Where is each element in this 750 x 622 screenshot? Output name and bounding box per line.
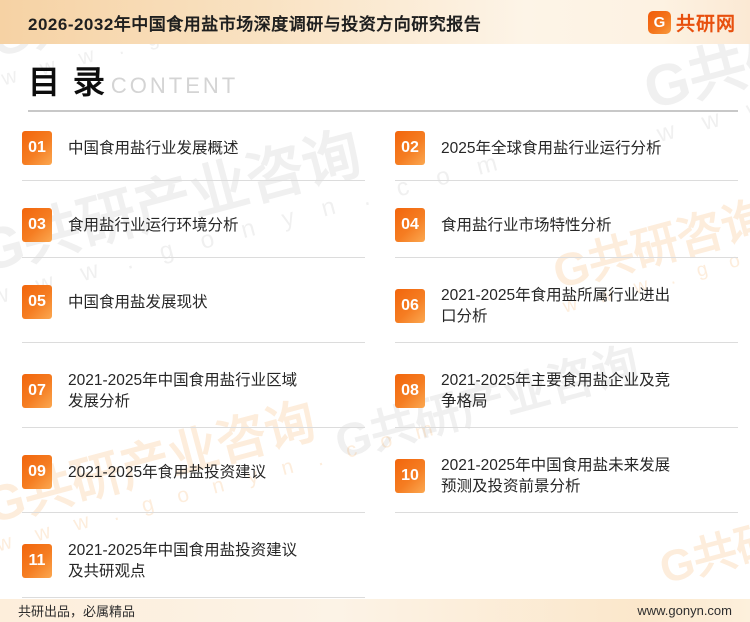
footer-slogan: 共研出品，必属精品 (18, 604, 136, 619)
brand-logo[interactable]: G 共研网 (647, 9, 736, 36)
item-number-badge: 02 (395, 131, 425, 165)
item-title: 食用盐行业运行环境分析 (68, 216, 239, 234)
toc-item-05: 05 中国食用盐发展现状 (22, 285, 365, 343)
item-number-badge: 11 (22, 544, 52, 578)
item-number-badge: 01 (22, 131, 52, 165)
item-number-badge: 06 (395, 289, 425, 323)
toc-title: 目 录 (28, 64, 107, 100)
footer-url[interactable]: www.gonyn.com (637, 603, 732, 618)
toc-item-07: 07 2021-2025年中国食用盐行业区域 发展分析 (22, 370, 365, 428)
item-title: 2025年全球食用盐行业运行分析 (441, 139, 662, 157)
item-number-badge: 08 (395, 374, 425, 408)
toc-item-02: 02 2025年全球食用盐行业运行分析 (395, 131, 738, 181)
item-title: 2021-2025年食用盐所属行业进出 口分析 (441, 287, 671, 325)
toc-item-03: 03 食用盐行业运行环境分析 (22, 208, 365, 258)
item-title: 中国食用盐发展现状 (68, 293, 208, 311)
brand-logo-text: 共研网 (675, 13, 736, 35)
item-number-badge: 07 (22, 374, 52, 408)
toc-item-06: 06 2021-2025年食用盐所属行业进出 口分析 (395, 285, 738, 343)
item-title: 2021-2025年食用盐投资建议 (68, 463, 267, 481)
toc-content: 目 录 CONTENT 01 中国食用盐行业发展概述 02 2025年全球食用盐… (0, 44, 750, 599)
toc-cell-empty (395, 540, 738, 598)
item-title: 食用盐行业市场特性分析 (441, 216, 612, 234)
item-number-badge: 03 (22, 208, 52, 242)
brand-logo-icon: G (647, 10, 671, 34)
item-number-badge: 10 (395, 459, 425, 493)
item-number-badge: 09 (22, 455, 52, 489)
toc-item-10: 10 2021-2025年中国食用盐未来发展 预测及投资前景分析 (395, 455, 738, 513)
item-title: 2021-2025年中国食用盐未来发展 预测及投资前景分析 (441, 457, 671, 495)
header-bar: 2026-2032年中国食用盐市场深度调研与投资方向研究报告 G 共研网 (0, 0, 750, 44)
item-number-badge: 04 (395, 208, 425, 242)
toc-item-08: 08 2021-2025年主要食用盐企业及竞 争格局 (395, 370, 738, 428)
toc-subtitle: CONTENT (110, 73, 239, 98)
item-title: 2021-2025年主要食用盐企业及竞 争格局 (441, 372, 671, 410)
item-title: 2021-2025年中国食用盐投资建议 及共研观点 (68, 542, 298, 580)
toc-item-04: 04 食用盐行业市场特性分析 (395, 208, 738, 258)
item-number-badge: 05 (22, 285, 52, 319)
toc-grid: 01 中国食用盐行业发展概述 02 2025年全球食用盐行业运行分析 03 食用… (22, 131, 738, 598)
toc-item-11: 11 2021-2025年中国食用盐投资建议 及共研观点 (22, 540, 365, 598)
report-title: 2026-2032年中国食用盐市场深度调研与投资方向研究报告 (28, 14, 482, 34)
item-title: 2021-2025年中国食用盐行业区域 发展分析 (68, 372, 298, 410)
toc-header: 目 录 CONTENT (28, 64, 738, 112)
toc-item-09: 09 2021-2025年食用盐投资建议 (22, 455, 365, 513)
item-title: 中国食用盐行业发展概述 (68, 139, 239, 157)
toc-item-01: 01 中国食用盐行业发展概述 (22, 131, 365, 181)
report-toc-page: G共研产业咨询 w w w . g o n y n . c o m G共研咨询 … (0, 0, 750, 622)
footer-bar: 共研出品，必属精品 www.gonyn.com (0, 599, 750, 622)
